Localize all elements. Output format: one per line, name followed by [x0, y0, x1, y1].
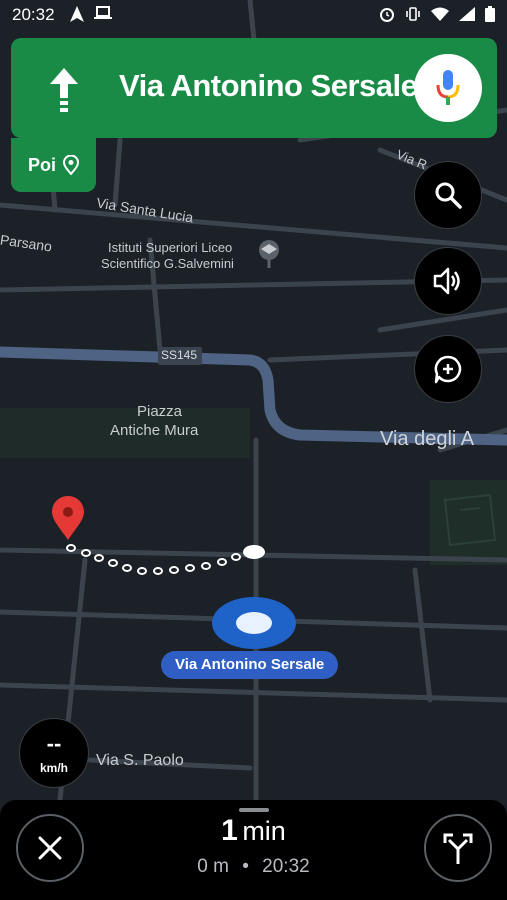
poi-label: Poi: [27, 154, 56, 175]
battery-icon: [485, 6, 495, 22]
vibrate-icon: [406, 7, 420, 21]
navigation-arrow-icon: [70, 6, 84, 22]
signal-icon: [459, 7, 475, 21]
search-button[interactable]: [414, 161, 482, 229]
road-shield-ss145: SS145: [161, 348, 198, 362]
park-area-right: [430, 480, 507, 565]
map-label-piazza-line2: Antiche Mura: [110, 422, 199, 439]
trip-panel[interactable]: 1 min 0 m • 20:32: [0, 800, 507, 900]
map-label-via-s-paolo: Via S. Paolo: [96, 752, 184, 769]
wifi-icon: [431, 7, 449, 21]
duration-value: 1: [221, 814, 238, 847]
route-end-marker: [243, 545, 265, 559]
alternate-routes-button[interactable]: [424, 814, 492, 882]
microphone-icon: [436, 70, 460, 105]
straight-arrow-icon: [50, 68, 78, 112]
speed-value: --: [46, 731, 62, 756]
map-label-via-degli: Via degli A: [380, 428, 475, 450]
route-fork-icon: [443, 833, 473, 864]
navigation-banner[interactable]: Via Antonino Sersale: [11, 38, 497, 138]
add-report-button[interactable]: [414, 335, 482, 403]
current-location-icon: [212, 597, 296, 649]
status-time: 20:32: [12, 5, 55, 24]
map-label-piazza-line1: Piazza: [137, 403, 183, 420]
search-icon: [435, 182, 462, 209]
alarm-icon: [380, 8, 394, 22]
location-pin-icon: [63, 155, 79, 175]
status-bar: 20:32: [0, 0, 507, 30]
speed-unit: km/h: [39, 761, 68, 775]
separator-dot: •: [242, 856, 249, 877]
duration-unit: min: [242, 816, 286, 846]
map-label-school-line1: Istituti Superiori Liceo: [108, 240, 233, 255]
arrival-time: 20:32: [262, 856, 310, 877]
poi-button[interactable]: Poi: [11, 138, 96, 192]
map-label-school-line2: Scientifico G.Salvemini: [101, 256, 234, 271]
add-report-icon: [434, 355, 462, 384]
current-road-label: Via Antonino Sersale: [161, 651, 339, 679]
next-street-name: Via Antonino Sersale: [119, 68, 418, 103]
voice-search-button[interactable]: [414, 54, 482, 122]
drag-handle[interactable]: [239, 808, 269, 812]
speedometer: -- km/h: [19, 718, 89, 788]
speaker-icon: [433, 267, 460, 295]
laptop-icon: [94, 6, 112, 19]
sound-button[interactable]: [414, 247, 482, 315]
remaining-distance: 0 m: [197, 856, 229, 877]
